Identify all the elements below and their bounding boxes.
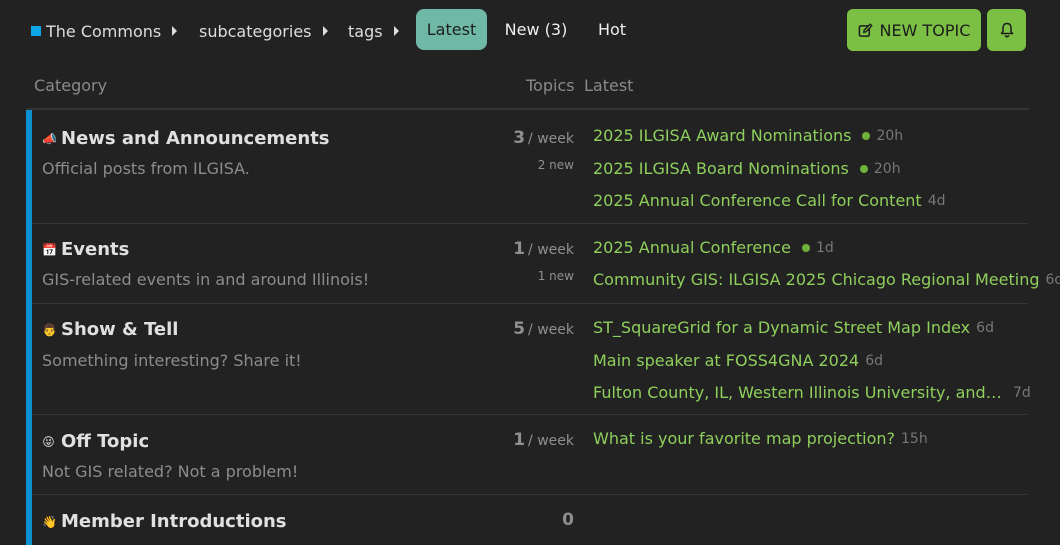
category-name-member-introductions[interactable]: 👋 Member Introductions bbox=[42, 511, 287, 532]
latest-topic[interactable]: What is your favorite map projection? 15… bbox=[593, 429, 928, 448]
new-topic-label: NEW TOPIC bbox=[879, 20, 971, 40]
row-divider bbox=[32, 303, 1028, 304]
latest-topic[interactable]: Main speaker at FOSS4GNA 2024 6d bbox=[593, 351, 883, 370]
category-name-events[interactable]: 📅 Events bbox=[42, 239, 129, 260]
latest-topic[interactable]: 2025 Annual Conference Call for Content … bbox=[593, 191, 946, 210]
unread-dot-icon bbox=[862, 131, 871, 140]
latest-topic[interactable]: 2025 Annual Conference 1d bbox=[593, 238, 834, 257]
latest-topic[interactable]: 2025 ILGISA Board Nominations 20h bbox=[593, 159, 901, 178]
topics-per-week: 1/ week bbox=[513, 430, 574, 450]
topic-title: 2025 ILGISA Award Nominations bbox=[593, 126, 852, 145]
category-color-square bbox=[31, 26, 41, 36]
topics-rate-unit: / week bbox=[528, 131, 574, 147]
topics-per-week: 1/ week bbox=[513, 239, 574, 259]
presenter-icon: 👨 bbox=[42, 322, 57, 337]
category-description: Official posts from ILGISA. bbox=[42, 159, 250, 178]
latest-topic[interactable]: 2025 ILGISA Award Nominations 20h bbox=[593, 126, 903, 145]
topic-age: 4d bbox=[927, 192, 946, 209]
navigation-bar: The Commons subcategories tags Latest Ne… bbox=[0, 0, 1060, 60]
topic-age: 20h bbox=[873, 160, 901, 177]
unread-dot-icon bbox=[801, 243, 810, 252]
tab-hot[interactable]: Hot bbox=[588, 9, 636, 50]
topics-count: 1 bbox=[513, 430, 526, 450]
edit-icon bbox=[858, 22, 873, 37]
topic-age: 20h bbox=[876, 127, 904, 144]
waving-hand-icon: 👋 bbox=[42, 514, 57, 529]
latest-topic[interactable]: Fulton County, IL, Western Illinois Univ… bbox=[593, 383, 1031, 402]
breadcrumb-label: The Commons bbox=[46, 21, 162, 41]
breadcrumb-label: subcategories bbox=[199, 21, 312, 41]
column-header-latest: Latest bbox=[584, 76, 634, 95]
category-title: Off Topic bbox=[61, 431, 150, 452]
topics-per-week: 0 bbox=[562, 510, 574, 530]
topic-title: What is your favorite map projection? bbox=[593, 429, 896, 448]
category-color-bar bbox=[26, 110, 32, 545]
breadcrumb-category[interactable]: The Commons bbox=[31, 19, 178, 43]
topics-per-week: 3/ week bbox=[513, 128, 574, 148]
topics-count: 1 bbox=[513, 239, 526, 259]
breadcrumb-subcategories[interactable]: subcategories bbox=[199, 19, 328, 43]
category-title: Show & Tell bbox=[61, 319, 179, 340]
megaphone-icon: 📣 bbox=[42, 131, 57, 146]
row-divider bbox=[32, 494, 1028, 495]
calendar-icon: 📅 bbox=[42, 242, 57, 257]
breadcrumb-label: tags bbox=[348, 21, 383, 41]
column-header-category: Category bbox=[34, 76, 108, 95]
topic-age: 7d bbox=[1013, 384, 1031, 401]
notification-button[interactable] bbox=[987, 9, 1026, 51]
topic-age: 6d bbox=[976, 319, 994, 336]
topics-count: 3 bbox=[513, 128, 526, 148]
row-divider bbox=[32, 223, 1028, 224]
bell-icon bbox=[1000, 22, 1013, 38]
category-description: GIS-related events in and around Illinoi… bbox=[42, 270, 370, 289]
column-header-topics: Topics bbox=[526, 76, 575, 95]
topic-title: Main speaker at FOSS4GNA 2024 bbox=[593, 351, 860, 370]
category-name-news[interactable]: 📣 News and Announcements bbox=[42, 128, 330, 149]
header-divider bbox=[26, 108, 1029, 110]
new-topic-button[interactable]: NEW TOPIC bbox=[847, 9, 981, 51]
new-topics-count[interactable]: 2 new bbox=[538, 158, 574, 172]
caret-right-icon bbox=[322, 26, 328, 36]
topics-count: 0 bbox=[562, 510, 574, 530]
topic-title: 2025 Annual Conference Call for Content bbox=[593, 191, 922, 210]
topic-age: 6d bbox=[1045, 271, 1060, 288]
topic-title: Fulton County, IL, Western Illinois Univ… bbox=[593, 383, 1003, 402]
topics-rate-unit: / week bbox=[528, 242, 574, 258]
face-tongue-icon: 😜 bbox=[42, 434, 55, 449]
topics-count: 5 bbox=[513, 319, 526, 339]
category-name-off-topic[interactable]: 😜 Off Topic bbox=[42, 431, 149, 452]
new-topics-count[interactable]: 1 new bbox=[538, 269, 574, 283]
category-title: Events bbox=[61, 239, 130, 260]
category-description: Not GIS related? Not a problem! bbox=[42, 462, 299, 481]
category-description: Something interesting? Share it! bbox=[42, 351, 302, 370]
tab-latest[interactable]: Latest bbox=[416, 9, 487, 50]
category-name-show-and-tell[interactable]: 👨 Show & Tell bbox=[42, 319, 178, 340]
topic-age: 15h bbox=[901, 430, 928, 447]
topic-age: 6d bbox=[865, 352, 883, 369]
row-divider bbox=[32, 414, 1028, 415]
latest-topic[interactable]: Community GIS: ILGISA 2025 Chicago Regio… bbox=[593, 270, 1060, 289]
tab-new[interactable]: New (3) bbox=[498, 9, 574, 50]
latest-topic[interactable]: ST_SquareGrid for a Dynamic Street Map I… bbox=[593, 318, 994, 337]
topics-rate-unit: / week bbox=[528, 433, 574, 449]
topic-title: ST_SquareGrid for a Dynamic Street Map I… bbox=[593, 318, 971, 337]
topics-per-week: 5/ week bbox=[513, 319, 574, 339]
unread-dot-icon bbox=[859, 164, 868, 173]
breadcrumb-tags[interactable]: tags bbox=[348, 19, 399, 43]
topic-title: Community GIS: ILGISA 2025 Chicago Regio… bbox=[593, 270, 1040, 289]
category-title: Member Introductions bbox=[61, 511, 287, 532]
caret-right-icon bbox=[172, 26, 178, 36]
topic-title: 2025 Annual Conference bbox=[593, 238, 791, 257]
category-title: News and Announcements bbox=[61, 128, 330, 149]
topic-title: 2025 ILGISA Board Nominations bbox=[593, 159, 849, 178]
topics-rate-unit: / week bbox=[528, 322, 574, 338]
caret-right-icon bbox=[393, 26, 399, 36]
topic-age: 1d bbox=[815, 239, 834, 256]
